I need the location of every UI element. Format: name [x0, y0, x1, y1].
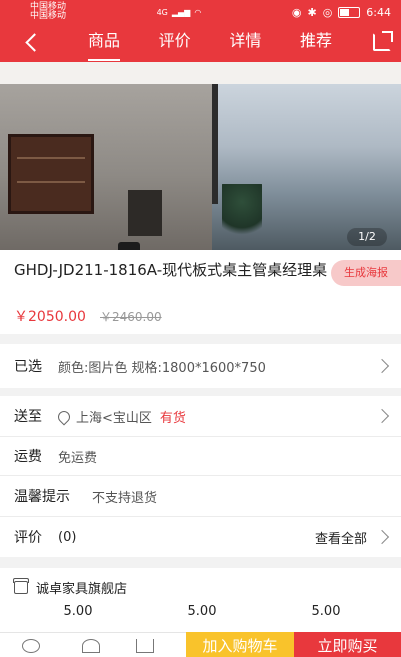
store-score: 5.00: [63, 604, 93, 619]
freight-label: 运费: [14, 449, 42, 465]
reviews-row[interactable]: 评价 (0) 查看全部: [0, 517, 401, 557]
selected-label: 已选: [14, 359, 42, 375]
store-score: 5.00: [311, 604, 341, 619]
notice-row: 温馨提示 不支持退货: [0, 476, 401, 516]
price: ￥2050.00: [14, 309, 86, 325]
nav-bar: 商品 评价 详情 推荐: [0, 24, 401, 62]
buy-now-button[interactable]: 立即购买: [294, 632, 401, 657]
carrier-info: 中国移动 中国移动: [30, 3, 66, 21]
back-icon[interactable]: [22, 30, 46, 54]
share-icon[interactable]: [373, 31, 393, 51]
shipping-row[interactable]: 送至 上海<宝山区 有货: [0, 396, 401, 436]
stock-status: 有货: [159, 410, 186, 426]
shipping-location: 上海<宝山区: [76, 410, 152, 426]
eye-status-icon: ◉: [291, 5, 302, 19]
wifi-icon: ◠: [194, 7, 202, 17]
tab-details[interactable]: 详情: [211, 24, 279, 62]
cart-icon[interactable]: [136, 639, 154, 653]
product-title: GHDJ-JD211-1816A-现代板式桌主管桌经理桌: [14, 261, 328, 279]
location-pin-icon: [55, 408, 73, 426]
eye-icon[interactable]: [22, 639, 40, 653]
product-image-carousel[interactable]: 1/2: [0, 62, 401, 250]
location-status-icon: ◎: [322, 5, 333, 19]
reviews-label: 评价: [14, 530, 42, 546]
product-info: GHDJ-JD211-1816A-现代板式桌主管桌经理桌 生成海报 ￥2050.…: [0, 250, 401, 334]
store-score: 5.00: [187, 604, 217, 619]
battery-icon: [338, 6, 361, 18]
chevron-right-icon: [374, 529, 390, 545]
tab-bar: 商品 评价 详情 推荐: [70, 24, 350, 62]
signal-icons: 4G ▂▄▆ ◠: [157, 8, 202, 17]
freight-value: 免运费: [58, 450, 98, 466]
status-bar: 中国移动 中国移动 4G ▂▄▆ ◠ ◉ ✱ ◎ 6:44: [0, 0, 401, 24]
notice-value: 不支持退货: [92, 490, 158, 506]
view-all-reviews-link[interactable]: 查看全部: [315, 528, 367, 547]
notice-label: 温馨提示: [14, 489, 70, 505]
image-pager: 1/2: [347, 228, 387, 246]
network-label: 4G: [156, 7, 168, 17]
favorite-heart-icon[interactable]: [82, 639, 100, 653]
carrier-2: 中国移动: [30, 11, 67, 21]
store-name: 诚卓家具旗舰店: [36, 582, 128, 597]
reviews-count: (0): [58, 529, 77, 545]
chevron-right-icon: [374, 358, 390, 374]
chevron-right-icon: [374, 408, 390, 424]
tab-product[interactable]: 商品: [70, 24, 138, 62]
status-right: ◉ ✱ ◎ 6:44: [292, 6, 391, 19]
selected-spec-row[interactable]: 已选 颜色:图片色 规格:1800*1600*750: [0, 344, 401, 388]
bluetooth-icon: ✱: [307, 5, 317, 19]
tab-recommend[interactable]: 推荐: [282, 24, 350, 62]
shipping-label: 送至: [14, 409, 42, 425]
freight-row: 运费 免运费: [0, 437, 401, 475]
app-header: 中国移动 中国移动 4G ▂▄▆ ◠ ◉ ✱ ◎ 6:44 商品 评价 详情 推…: [0, 0, 401, 62]
signal-icon: ▂▄▆: [171, 7, 191, 17]
selected-value: 颜色:图片色 规格:1800*1600*750: [58, 360, 266, 376]
store-name-row: 诚卓家具旗舰店: [13, 578, 128, 597]
clock: 6:44: [366, 5, 391, 19]
shop-icon: [13, 578, 29, 594]
add-to-cart-button[interactable]: 加入购物车: [186, 632, 294, 657]
tab-reviews[interactable]: 评价: [141, 24, 209, 62]
original-price: ￥2460.00: [100, 310, 162, 324]
generate-poster-button[interactable]: 生成海报: [331, 260, 401, 286]
